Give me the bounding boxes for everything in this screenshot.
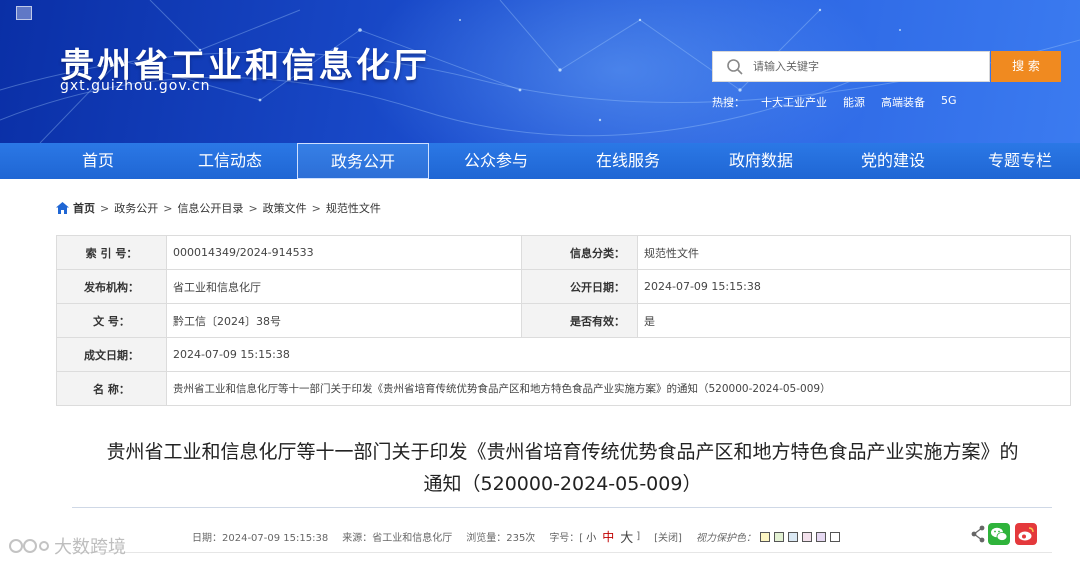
weibo-icon[interactable] xyxy=(1015,523,1037,545)
breadcrumb-separator: > xyxy=(100,201,110,215)
search-icon xyxy=(727,59,743,75)
search-input[interactable] xyxy=(753,52,987,81)
table-row: 发布机构： 省工业和信息化厅 公开日期： 2024-07-09 15:15:38 xyxy=(56,269,1071,304)
breadcrumb-separator: > xyxy=(163,201,173,215)
eye-color-swatch[interactable] xyxy=(801,531,812,542)
meta-date: 日期：2024-07-09 15:15:38 xyxy=(192,533,329,544)
meta-source: 来源：省工业和信息化厅 xyxy=(342,533,453,544)
font-size-end: ] xyxy=(636,531,641,542)
category-label: 信息分类： xyxy=(521,235,638,270)
breadcrumb-item[interactable]: 政务公开 xyxy=(114,200,158,216)
nav-item-news[interactable]: 工信动态 xyxy=(164,143,296,179)
nav-item-government-data[interactable]: 政府数据 xyxy=(695,143,827,179)
docno-value: 黔工信〔2024〕38号 xyxy=(166,303,522,338)
watermark-logo-icon xyxy=(9,539,49,553)
date-label: 成文日期： xyxy=(56,337,167,372)
valid-label: 是否有效： xyxy=(521,303,638,338)
table-row: 索 引 号： 000014349/2024-914533 信息分类： 规范性文件 xyxy=(56,235,1071,270)
breadcrumb-separator: > xyxy=(311,201,321,215)
share-icon[interactable] xyxy=(970,523,986,545)
divider xyxy=(72,552,1052,553)
main-nav: 首页 工信动态 政务公开 公众参与 在线服务 政府数据 党的建设 专题专栏 xyxy=(0,143,1080,179)
hot-search-item[interactable]: 能源 xyxy=(843,94,865,110)
hot-search: 热搜： 十大工业产业 能源 高端装备 5G xyxy=(712,94,957,110)
nav-item-party-building[interactable]: 党的建设 xyxy=(827,143,959,179)
home-icon xyxy=(56,202,69,214)
font-size-medium-button[interactable]: 中 xyxy=(602,528,614,545)
corner-decoration xyxy=(16,6,32,20)
wechat-icon[interactable] xyxy=(988,523,1010,545)
docno-label: 文 号： xyxy=(56,303,167,338)
eye-color-swatch[interactable] xyxy=(759,531,770,542)
eye-care-colors xyxy=(759,531,844,542)
eye-color-swatch[interactable] xyxy=(815,531,826,542)
meta-views: 浏览量：235次 xyxy=(466,533,536,544)
pubdate-value: 2024-07-09 15:15:38 xyxy=(637,269,1071,304)
font-size-small-button[interactable]: 小 xyxy=(586,529,596,544)
category-value: 规范性文件 xyxy=(637,235,1071,270)
article-title-line: 贵州省工业和信息化厅等十一部门关于印发《贵州省培育传统优势食品产区和地方特色食品… xyxy=(106,441,1019,463)
hot-search-item[interactable]: 5G xyxy=(941,94,957,110)
pubdate-label: 公开日期： xyxy=(521,269,638,304)
search-button[interactable]: 搜 索 xyxy=(991,51,1061,82)
font-size-control: 字号：[ 小 中 大 ] xyxy=(549,527,640,546)
watermark: 大数跨境 xyxy=(8,533,126,559)
table-row: 文 号： 黔工信〔2024〕38号 是否有效： 是 xyxy=(56,303,1071,338)
font-size-large-button[interactable]: 大 xyxy=(620,527,633,546)
article-title-line: 通知（520000-2024-05-009） xyxy=(423,473,702,495)
breadcrumb-item[interactable]: 规范性文件 xyxy=(326,200,381,216)
breadcrumb-home[interactable]: 首页 xyxy=(73,200,95,216)
index-label: 索 引 号： xyxy=(56,235,167,270)
site-header: 贵州省工业和信息化厅 gxt.guizhou.gov.cn 搜 索 热搜： 十大… xyxy=(0,0,1080,143)
watermark-text: 大数跨境 xyxy=(54,537,126,558)
index-value: 000014349/2024-914533 xyxy=(166,235,522,270)
eye-care-label: 视力保护色： xyxy=(695,533,756,544)
table-row: 成文日期： 2024-07-09 15:15:38 xyxy=(56,337,1071,372)
breadcrumb-separator: > xyxy=(248,201,258,215)
breadcrumb-item[interactable]: 政策文件 xyxy=(263,200,307,216)
hot-search-label: 热搜： xyxy=(712,96,745,109)
eye-color-swatch[interactable] xyxy=(787,531,798,542)
table-row: 名 称： 贵州省工业和信息化厅等十一部门关于印发《贵州省培育传统优势食品产区和地… xyxy=(56,371,1071,406)
breadcrumb: 首页 > 政务公开 > 信息公开目录 > 政策文件 > 规范性文件 xyxy=(56,200,381,216)
eye-color-swatch[interactable] xyxy=(773,531,784,542)
nav-item-home[interactable]: 首页 xyxy=(32,143,164,179)
name-value: 贵州省工业和信息化厅等十一部门关于印发《贵州省培育传统优势食品产区和地方特色食品… xyxy=(166,371,1071,406)
divider xyxy=(72,507,1052,508)
document-info-table: 索 引 号： 000014349/2024-914533 信息分类： 规范性文件… xyxy=(56,235,1071,406)
nav-item-online-service[interactable]: 在线服务 xyxy=(562,143,694,179)
hot-search-item[interactable]: 高端装备 xyxy=(881,94,925,110)
org-label: 发布机构： xyxy=(56,269,167,304)
org-value: 省工业和信息化厅 xyxy=(166,269,522,304)
close-button[interactable]: [关闭] xyxy=(654,529,682,544)
breadcrumb-item[interactable]: 信息公开目录 xyxy=(177,200,243,216)
name-label: 名 称： xyxy=(56,371,167,406)
site-domain: gxt.guizhou.gov.cn xyxy=(60,78,211,94)
eye-color-swatch[interactable] xyxy=(829,531,840,542)
nav-item-special-topics[interactable]: 专题专栏 xyxy=(960,143,1080,179)
font-size-label: 字号：[ xyxy=(549,533,584,544)
search-box xyxy=(712,51,990,82)
nav-item-public-participation[interactable]: 公众参与 xyxy=(430,143,562,179)
nav-item-government-affairs[interactable]: 政务公开 xyxy=(297,143,429,179)
date-value: 2024-07-09 15:15:38 xyxy=(166,337,1071,372)
hot-search-item[interactable]: 十大工业产业 xyxy=(761,94,827,110)
article-meta: 日期：2024-07-09 15:15:38 来源：省工业和信息化厅 浏览量：2… xyxy=(192,527,858,546)
valid-value: 是 xyxy=(637,303,1071,338)
article-title: 贵州省工业和信息化厅等十一部门关于印发《贵州省培育传统优势食品产区和地方特色食品… xyxy=(60,436,1065,500)
